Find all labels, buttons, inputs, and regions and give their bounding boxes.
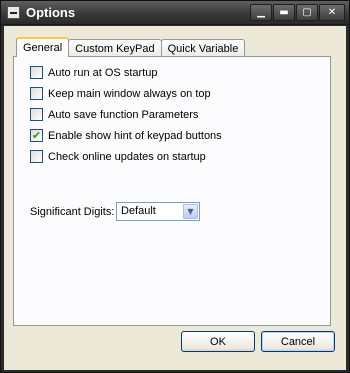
always-on-top-label: Keep main window always on top xyxy=(48,87,211,100)
show-hint-checkbox[interactable]: ✔ xyxy=(30,129,43,142)
maximize-button[interactable]: ▢ xyxy=(296,4,318,21)
check-updates-checkbox[interactable] xyxy=(30,150,43,163)
option-auto-run[interactable]: Auto run at OS startup xyxy=(30,65,157,80)
significant-digits-value: Default xyxy=(121,205,156,217)
auto-save-label: Auto save function Parameters xyxy=(48,108,199,121)
minimize-button[interactable]: ▬ xyxy=(273,4,295,21)
close-button[interactable]: ✕ xyxy=(319,4,345,21)
tab-quick-variable[interactable]: Quick Variable xyxy=(160,39,246,57)
cancel-button[interactable]: Cancel xyxy=(261,331,335,352)
auto-save-checkbox[interactable] xyxy=(30,108,43,121)
ok-button[interactable]: OK xyxy=(181,331,255,352)
option-show-hint[interactable]: ✔ Enable show hint of keypad buttons xyxy=(30,128,222,143)
significant-digits-select[interactable]: Default ▼ xyxy=(116,202,200,221)
chevron-down-icon[interactable]: ▼ xyxy=(183,204,198,219)
window-menu-icon[interactable] xyxy=(7,6,20,19)
window-title: Options xyxy=(26,5,76,20)
caption-buttons: ▁ ▬ ▢ ✕ xyxy=(249,4,345,21)
auto-run-checkbox[interactable] xyxy=(30,66,43,79)
show-hint-label: Enable show hint of keypad buttons xyxy=(48,129,222,142)
options-window: Options ▁ ▬ ▢ ✕ General Custom KeyPad Qu… xyxy=(0,0,350,373)
tab-strip: General Custom KeyPad Quick Variable xyxy=(16,37,246,57)
auto-run-label: Auto run at OS startup xyxy=(48,66,158,79)
dialog-body: General Custom KeyPad Quick Variable Aut… xyxy=(4,26,346,370)
general-tab-panel: Auto run at OS startup Keep main window … xyxy=(13,56,331,326)
option-always-on-top[interactable]: Keep main window always on top xyxy=(30,86,211,101)
restore-down-button[interactable]: ▁ xyxy=(250,4,272,21)
significant-digits-label: Significant Digits: xyxy=(30,206,115,218)
option-check-updates[interactable]: Check online updates on startup xyxy=(30,149,206,164)
checkmark-icon: ✔ xyxy=(31,129,42,142)
tab-general[interactable]: General xyxy=(16,37,70,57)
title-bar[interactable]: Options ▁ ▬ ▢ ✕ xyxy=(1,1,349,25)
always-on-top-checkbox[interactable] xyxy=(30,87,43,100)
check-updates-label: Check online updates on startup xyxy=(48,150,206,163)
tab-custom-keypad[interactable]: Custom KeyPad xyxy=(68,39,162,57)
option-auto-save[interactable]: Auto save function Parameters xyxy=(30,107,198,122)
